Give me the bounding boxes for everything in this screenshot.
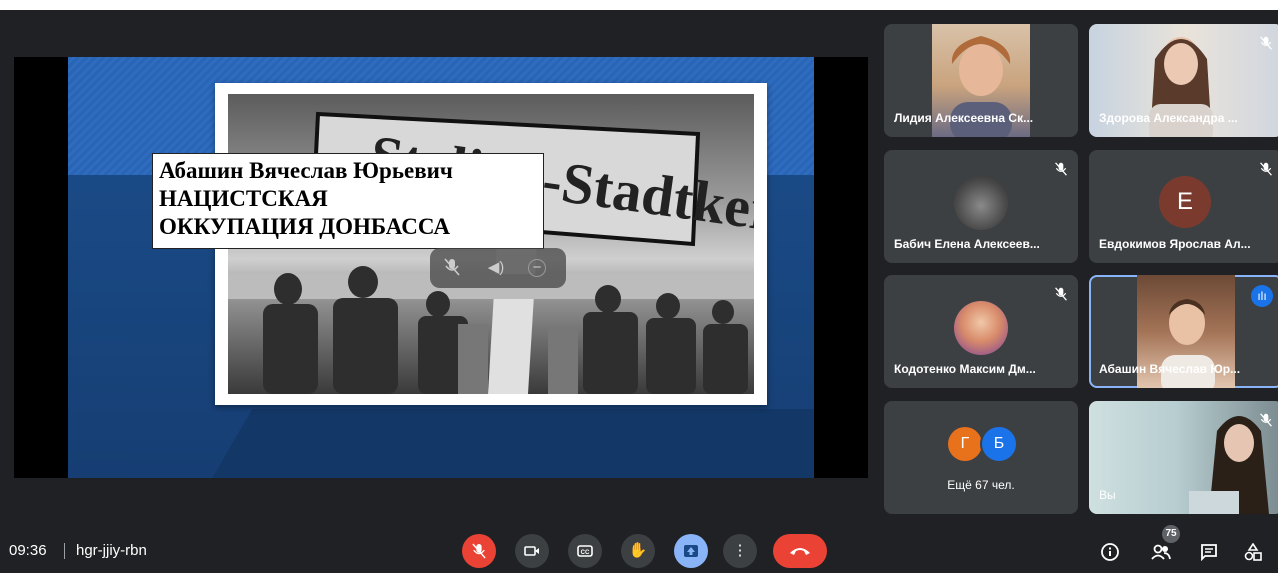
more-avatar-1: Г: [948, 427, 982, 461]
participant-tile[interactable]: Бабич Елена Алексеев...: [884, 150, 1078, 263]
more-options-button[interactable]: ⋮: [723, 534, 757, 568]
mic-off-icon: [1054, 287, 1068, 301]
activities-button[interactable]: [1240, 538, 1266, 564]
captions-button[interactable]: CC: [568, 534, 602, 568]
participant-tile[interactable]: Здорова Александра ...: [1089, 24, 1278, 137]
presentation-media-controls: ◀) −: [430, 248, 566, 288]
self-tile[interactable]: Вы: [1089, 401, 1278, 514]
presentation-slide: Stalino-Stadtkern Абашин Вячеслав Юрьеви…: [68, 57, 814, 478]
people-button[interactable]: [1148, 538, 1174, 564]
volume-icon[interactable]: ◀): [486, 258, 506, 278]
mic-off-icon: [1259, 162, 1273, 176]
chat-button[interactable]: [1196, 538, 1222, 564]
more-avatar-2: Б: [980, 425, 1018, 463]
more-participants-label: Ещё 67 чел.: [947, 478, 1015, 492]
participant-name: Абашин Вячеслав Юр...: [1099, 362, 1241, 376]
slide-shadow: [211, 409, 814, 478]
remove-icon[interactable]: −: [528, 259, 546, 277]
participant-name: Лидия Алексеевна Ск...: [894, 111, 1034, 125]
present-button[interactable]: [674, 534, 708, 568]
self-video: [1089, 401, 1278, 514]
camera-button[interactable]: [515, 534, 549, 568]
meeting-code: hgr-jjiy-rbn: [76, 542, 147, 559]
raise-hand-button[interactable]: ✋: [621, 534, 655, 568]
svg-text:CC: CC: [581, 550, 590, 556]
participant-tile[interactable]: Кодотенко Максим Дм...: [884, 275, 1078, 388]
participant-name: Здорова Александра ...: [1099, 111, 1238, 125]
mic-off-button[interactable]: [462, 534, 496, 568]
bottom-control-bar: 09:36 hgr-jjiy-rbn CC ✋ ⋮ 75: [0, 525, 1278, 573]
participant-avatar: Е: [1159, 176, 1211, 228]
mute-presenter-icon[interactable]: [442, 258, 462, 278]
mic-off-icon: [1259, 413, 1273, 427]
slide-title-box: Абашин Вячеслав Юрьевич НАЦИСТСКАЯ ОККУП…: [152, 153, 544, 249]
divider: [64, 543, 65, 559]
participant-name: Бабич Елена Алексеев...: [894, 237, 1040, 251]
self-label: Вы: [1099, 488, 1116, 502]
end-call-button[interactable]: [773, 534, 827, 568]
speaking-indicator-icon: ılı: [1251, 285, 1273, 307]
slide-title-line-3: ОККУПАЦИЯ ДОНБАССА: [159, 214, 450, 239]
info-button[interactable]: [1097, 538, 1123, 564]
presentation-stage: Stalino-Stadtkern Абашин Вячеслав Юрьеви…: [14, 57, 868, 478]
mic-off-icon: [1259, 36, 1273, 50]
participant-name: Евдокимов Ярослав Ал...: [1099, 237, 1251, 251]
slide-title-line-1: Абашин Вячеслав Юрьевич: [159, 158, 453, 183]
participant-name: Кодотенко Максим Дм...: [894, 362, 1036, 376]
slide-title-line-2: НАЦИСТСКАЯ: [159, 186, 328, 211]
participant-tile-active-speaker[interactable]: ılı Абашин Вячеслав Юр...: [1089, 275, 1278, 388]
meeting-time: 09:36: [9, 542, 47, 559]
participant-tile[interactable]: Е Евдокимов Ярослав Ал...: [1089, 150, 1278, 263]
mic-off-icon: [1054, 162, 1068, 176]
top-strip: [0, 0, 1278, 10]
wolf-avatar: [954, 176, 1008, 230]
more-participants-tile[interactable]: Г Б Ещё 67 чел.: [884, 401, 1078, 514]
participant-tile[interactable]: Лидия Алексеевна Ск...: [884, 24, 1078, 137]
cartoon-avatar: [954, 301, 1008, 355]
